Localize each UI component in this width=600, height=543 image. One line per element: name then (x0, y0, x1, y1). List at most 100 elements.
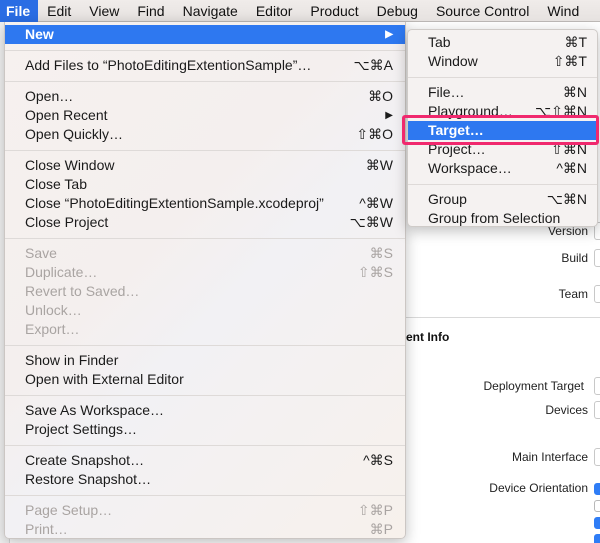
menu-item-label: Duplicate… (25, 264, 98, 280)
menu-item-label: Save As Workspace… (25, 402, 165, 418)
menu-item-shortcut: ⌘P (369, 521, 393, 537)
submenu-item-target[interactable]: Target… (408, 121, 597, 140)
menu-edit[interactable]: Edit (38, 0, 80, 22)
menu-item-label: Add Files to “PhotoEditingExtentionSampl… (25, 57, 312, 73)
submenu-item-group[interactable]: Group ⌥⌘N (408, 190, 597, 209)
menu-item-close-window[interactable]: Close Window ⌘W (5, 156, 405, 175)
menu-separator (5, 495, 405, 496)
menu-item-label: Open Recent (25, 107, 108, 123)
menu-view[interactable]: View (80, 0, 128, 22)
menu-debug[interactable]: Debug (368, 0, 427, 22)
menu-item-label: Unlock… (25, 302, 82, 318)
menu-editor[interactable]: Editor (247, 0, 302, 22)
menu-item-create-snapshot[interactable]: Create Snapshot… ^⌘S (5, 451, 405, 470)
menu-item-shortcut: ⌥⌘N (546, 191, 587, 207)
menu-item-label: Close Window (25, 157, 115, 173)
menu-item-shortcut: ⇧⌘N (551, 141, 587, 157)
menu-item-label: Open… (25, 88, 74, 104)
menu-item-shortcut: ⌥⌘W (349, 214, 393, 230)
orientation-portrait-checkbox[interactable] (594, 483, 600, 495)
menu-item-label: Show in Finder (25, 352, 119, 368)
orientation-landscape-right-checkbox[interactable] (594, 534, 600, 543)
submenu-item-project[interactable]: Project… ⇧⌘N (408, 140, 597, 159)
menu-window[interactable]: Wind (538, 0, 588, 22)
menu-item-open-external-editor[interactable]: Open with External Editor (5, 370, 405, 389)
menu-item-add-files[interactable]: Add Files to “PhotoEditingExtentionSampl… (5, 56, 405, 75)
menu-item-shortcut: ⇧⌘O (356, 126, 393, 142)
menu-item-label: Save (25, 245, 57, 261)
deployment-target-field[interactable] (594, 377, 600, 395)
menu-item-show-in-finder[interactable]: Show in Finder (5, 351, 405, 370)
menu-item-shortcut: ⌘W (365, 157, 393, 173)
menu-item-label: Project… (428, 141, 486, 157)
menu-item-shortcut: ⌘T (564, 34, 587, 50)
menu-item-label: Target… (428, 122, 484, 138)
menu-item-label: New (25, 26, 54, 42)
menu-item-open-recent[interactable]: Open Recent ▶ (5, 106, 405, 125)
orientation-landscape-left-checkbox[interactable] (594, 517, 600, 529)
team-popup[interactable] (594, 285, 600, 303)
menu-separator (5, 345, 405, 346)
menu-find[interactable]: Find (128, 0, 173, 22)
device-orientation-label: Device Orientation (489, 481, 588, 495)
menu-separator (5, 150, 405, 151)
submenu-item-workspace[interactable]: Workspace… ^⌘N (408, 159, 597, 178)
menu-item-shortcut: ⇧⌘T (552, 53, 587, 69)
submenu-item-tab[interactable]: Tab ⌘T (408, 33, 597, 52)
submenu-item-group-from-selection[interactable]: Group from Selection (408, 209, 597, 228)
submenu-item-file[interactable]: File… ⌘N (408, 83, 597, 102)
main-interface-field[interactable] (594, 448, 600, 466)
menu-item-export: Export… (5, 320, 405, 339)
menu-separator (5, 238, 405, 239)
menu-item-shortcut: ⌘O (368, 88, 393, 104)
deployment-target-label: Deployment Target (483, 379, 585, 393)
menu-item-shortcut: ⌘S (369, 245, 393, 261)
menu-item-open[interactable]: Open… ⌘O (5, 87, 405, 106)
build-field[interactable] (594, 249, 600, 267)
menu-item-label: Project Settings… (25, 421, 138, 437)
menu-item-shortcut: ^⌘N (556, 160, 587, 176)
menu-item-shortcut: ^⌘W (359, 195, 393, 211)
menu-item-label: Close Project (25, 214, 109, 230)
menu-item-page-setup: Page Setup… ⇧⌘P (5, 501, 405, 520)
file-menu: New ▶ Add Files to “PhotoEditingExtentio… (4, 22, 406, 539)
menu-product[interactable]: Product (301, 0, 367, 22)
menu-source-control[interactable]: Source Control (427, 0, 538, 22)
menu-file[interactable]: File (0, 0, 39, 22)
menu-separator (408, 184, 597, 185)
menu-item-label: Window (428, 53, 478, 69)
menu-bar: File Edit View Find Navigate Editor Prod… (0, 0, 600, 22)
menu-item-label: Playground… (428, 103, 513, 119)
menu-item-label: Print… (25, 521, 68, 537)
menu-item-close-project[interactable]: Close Project ⌥⌘W (5, 213, 405, 232)
main-interface-label: Main Interface (511, 450, 588, 464)
menu-navigate[interactable]: Navigate (174, 0, 247, 22)
menu-item-shortcut: ^⌘S (363, 452, 393, 468)
menu-item-restore-snapshot[interactable]: Restore Snapshot… (5, 470, 405, 489)
submenu-item-window[interactable]: Window ⇧⌘T (408, 52, 597, 71)
submenu-item-playground[interactable]: Playground… ⌥⇧⌘N (408, 102, 597, 121)
menu-item-save-as-workspace[interactable]: Save As Workspace… (5, 401, 405, 420)
build-label: Build (561, 251, 588, 265)
menu-item-new[interactable]: New ▶ (5, 25, 405, 44)
menu-separator (5, 50, 405, 51)
menu-item-revert: Revert to Saved… (5, 282, 405, 301)
menu-item-open-quickly[interactable]: Open Quickly… ⇧⌘O (5, 125, 405, 144)
menu-separator (5, 395, 405, 396)
menu-item-close-project-file[interactable]: Close “PhotoEditingExtentionSample.xcode… (5, 194, 405, 213)
menu-item-label: Restore Snapshot… (25, 471, 152, 487)
team-label: Team (558, 287, 588, 301)
orientation-upside-down-checkbox[interactable] (594, 500, 600, 512)
menu-item-label: Group (428, 191, 467, 207)
menu-item-close-tab[interactable]: Close Tab (5, 175, 405, 194)
menu-item-duplicate: Duplicate… ⇧⌘S (5, 263, 405, 282)
devices-popup[interactable] (594, 401, 600, 419)
menu-item-save: Save ⌘S (5, 244, 405, 263)
menu-item-shortcut: ⇧⌘P (357, 502, 393, 518)
section-divider (400, 317, 600, 318)
menu-item-label: Workspace… (428, 160, 512, 176)
menu-item-project-settings[interactable]: Project Settings… (5, 420, 405, 439)
menu-item-label: Open with External Editor (25, 371, 184, 387)
new-submenu: Tab ⌘T Window ⇧⌘T File… ⌘N Playground… ⌥… (407, 29, 598, 227)
submenu-arrow-icon: ▶ (385, 29, 393, 40)
